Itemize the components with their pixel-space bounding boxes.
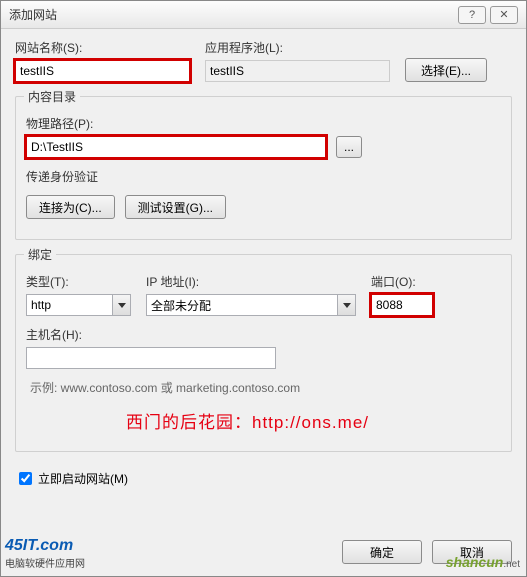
select-apppool-button[interactable]: 选择(E)... bbox=[405, 58, 487, 82]
logo-45it-brand: 45IT.com bbox=[5, 537, 73, 554]
logo-shancun: shancun.net bbox=[446, 554, 520, 570]
physical-path-label: 物理路径(P): bbox=[26, 115, 501, 132]
content-directory-title: 内容目录 bbox=[24, 88, 80, 105]
titlebar-buttons: ? ✕ bbox=[458, 6, 518, 24]
ok-button[interactable]: 确定 bbox=[342, 540, 422, 564]
type-label: 类型(T): bbox=[26, 273, 136, 290]
ip-label: IP 地址(I): bbox=[146, 273, 361, 290]
chevron-down-icon bbox=[112, 295, 130, 315]
site-name-input[interactable] bbox=[15, 60, 190, 82]
apppool-field: testIIS bbox=[205, 60, 390, 82]
dialog-content: 网站名称(S): 应用程序池(L): testIIS 选择(E)... 内容目录… bbox=[1, 29, 526, 487]
chevron-down-icon bbox=[337, 295, 355, 315]
test-settings-button[interactable]: 测试设置(G)... bbox=[125, 195, 226, 219]
watermark-text: 西门的后花园：http://ons.me/ bbox=[126, 408, 501, 433]
content-directory-group: 内容目录 物理路径(P): ... 传递身份验证 连接为(C)... 测试设置(… bbox=[15, 96, 512, 240]
binding-title: 绑定 bbox=[24, 246, 56, 263]
host-label: 主机名(H): bbox=[26, 326, 501, 343]
help-button[interactable]: ? bbox=[458, 6, 486, 24]
site-name-label: 网站名称(S): bbox=[15, 39, 195, 56]
logo-45it-sub: 电脑软硬件应用网 bbox=[5, 559, 85, 570]
close-button[interactable]: ✕ bbox=[490, 6, 518, 24]
ellipsis-icon: ... bbox=[344, 140, 354, 154]
ip-value: 全部未分配 bbox=[151, 297, 211, 314]
type-combo[interactable]: http bbox=[26, 294, 131, 316]
logo-shancun-suffix: .net bbox=[503, 559, 520, 570]
logo-45it: 45IT.com 电脑软硬件应用网 bbox=[5, 537, 85, 570]
start-now-row: 立即启动网站(M) bbox=[19, 470, 512, 487]
dialog-title: 添加网站 bbox=[9, 6, 57, 23]
apppool-label: 应用程序池(L): bbox=[205, 39, 395, 56]
port-label: 端口(O): bbox=[371, 273, 441, 290]
passthrough-auth-label: 传递身份验证 bbox=[26, 168, 501, 185]
binding-group: 绑定 类型(T): http IP 地址(I): 全部未分配 bbox=[15, 254, 512, 452]
start-now-checkbox[interactable] bbox=[19, 472, 32, 485]
start-now-label: 立即启动网站(M) bbox=[38, 470, 128, 487]
ip-combo[interactable]: 全部未分配 bbox=[146, 294, 356, 316]
host-example-text: 示例: www.contoso.com 或 marketing.contoso.… bbox=[30, 379, 501, 396]
add-website-dialog: 添加网站 ? ✕ 网站名称(S): 应用程序池(L): testIIS 选择(E… bbox=[0, 0, 527, 577]
connect-as-button[interactable]: 连接为(C)... bbox=[26, 195, 115, 219]
host-input[interactable] bbox=[26, 347, 276, 369]
logo-shancun-brand: shancun bbox=[446, 554, 504, 570]
type-value: http bbox=[31, 298, 51, 312]
titlebar: 添加网站 ? ✕ bbox=[1, 1, 526, 29]
port-input[interactable] bbox=[371, 294, 433, 316]
browse-path-button[interactable]: ... bbox=[336, 136, 362, 158]
physical-path-input[interactable] bbox=[26, 136, 326, 158]
